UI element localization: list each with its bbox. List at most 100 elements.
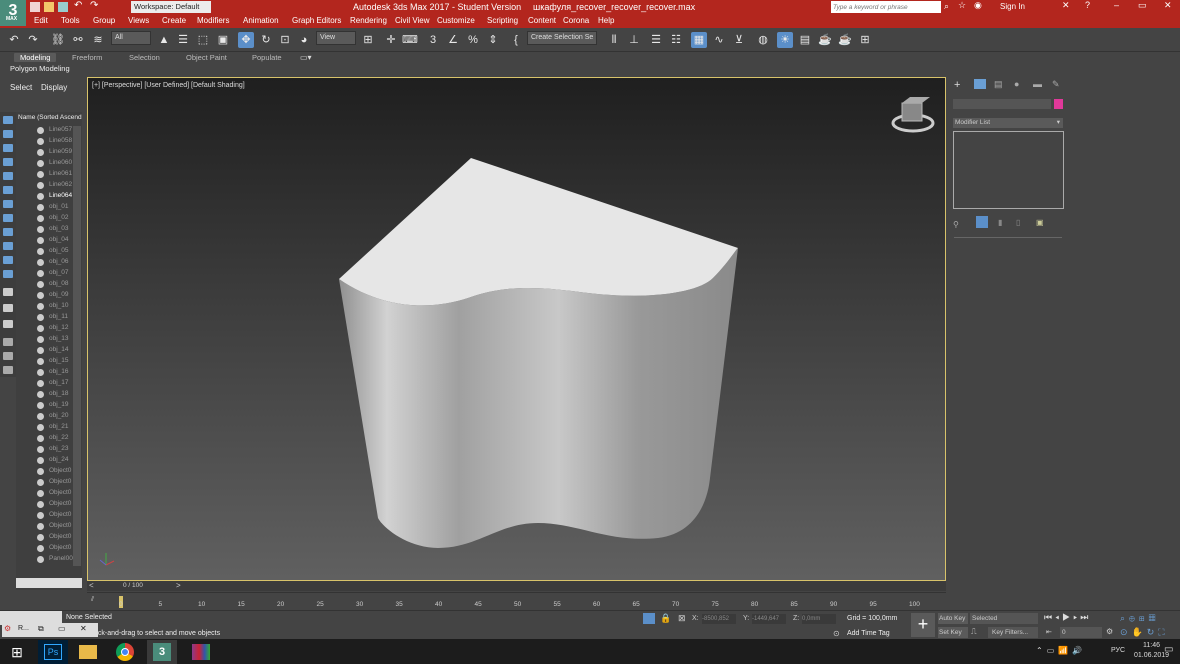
reference-coordinate-dropdown[interactable]: View	[316, 31, 356, 45]
object-color-swatch[interactable]	[1054, 99, 1063, 109]
helpers-icon[interactable]	[3, 172, 13, 180]
key-filters-button[interactable]: Key Filters...	[988, 627, 1038, 638]
visibility-icon[interactable]	[37, 523, 44, 530]
y-coordinate-field[interactable]: -1449,647	[752, 614, 786, 624]
show-end-result-icon[interactable]	[976, 216, 988, 228]
select-all-icon[interactable]	[3, 320, 13, 328]
horizontal-scrollbar[interactable]	[16, 578, 82, 588]
window-crossing-icon[interactable]: ▣	[215, 32, 231, 48]
absolute-mode-icon[interactable]: ⊠	[678, 613, 686, 624]
cabinet-top[interactable]	[339, 158, 738, 306]
tab-display[interactable]: Display	[41, 83, 67, 92]
add-time-tag[interactable]: Add Time Tag	[847, 630, 890, 637]
ribbon-options-icon[interactable]: ▭▾	[300, 53, 312, 62]
mirror-icon[interactable]: ⫴	[606, 32, 622, 48]
track-bar[interactable]: ⫽ 0 5 10 15 20 25 30 35 40 45 50 55 60 65 70 75 80 85 90 95…	[87, 592, 946, 609]
tab-selection[interactable]: Selection	[129, 53, 160, 62]
redo-icon[interactable]: ↷	[25, 32, 41, 48]
maximize-icon[interactable]: ▭	[58, 624, 66, 633]
visibility-icon[interactable]	[37, 358, 44, 365]
layer-explorer-icon[interactable]: ☰	[648, 32, 664, 48]
select-and-scale-icon[interactable]: ⊡	[277, 32, 293, 48]
ribbon-panel-title[interactable]: Polygon Modeling	[0, 64, 80, 76]
restore-icon[interactable]: ⧉	[38, 624, 44, 634]
menu-tools[interactable]: Tools	[61, 16, 80, 25]
redo-icon[interactable]: ↷	[90, 0, 98, 11]
visibility-icon[interactable]	[37, 468, 44, 475]
make-unique-icon[interactable]: ▮	[998, 218, 1002, 227]
new-file-icon[interactable]	[30, 2, 40, 12]
chrome-taskbar-icon[interactable]	[110, 640, 140, 664]
cameras-icon[interactable]	[3, 158, 13, 166]
help-icon[interactable]: ?	[1085, 0, 1090, 10]
angle-snap-icon[interactable]: ∠	[445, 32, 461, 48]
menu-civil-view[interactable]: Civil View	[395, 16, 430, 25]
select-by-name-icon[interactable]: ☰	[175, 32, 191, 48]
snaps-toggle-icon[interactable]: 3	[425, 32, 441, 48]
next-frame-icon[interactable]: >	[176, 581, 181, 590]
search-input[interactable]	[831, 1, 941, 13]
placement-icon[interactable]: ◕	[296, 32, 312, 48]
link-icon[interactable]: ⛓	[50, 32, 66, 48]
visibility-icon[interactable]	[37, 534, 44, 541]
menu-content[interactable]: Content	[528, 16, 556, 25]
perspective-viewport[interactable]: [+] [Perspective] [User Defined] [Defaul…	[87, 77, 946, 581]
menu-graph-editors[interactable]: Graph Editors	[292, 16, 341, 25]
visibility-icon[interactable]	[37, 479, 44, 486]
display-none-icon[interactable]	[3, 130, 13, 138]
visibility-icon[interactable]	[37, 193, 44, 200]
menu-corona[interactable]: Corona	[563, 16, 589, 25]
remove-modifier-icon[interactable]: ▯	[1016, 218, 1020, 227]
set-key-button[interactable]: Set Key	[938, 627, 968, 638]
tab-freeform[interactable]: Freeform	[72, 53, 102, 62]
search-icon[interactable]: ⌕	[944, 1, 949, 12]
modifier-list-dropdown[interactable]: Modifier List ▾	[953, 118, 1063, 128]
user-icon[interactable]: ◉	[974, 0, 982, 11]
close-icon[interactable]: ✕	[80, 624, 87, 633]
clock-time[interactable]: 11:46	[1143, 642, 1160, 649]
x-coordinate-field[interactable]: -8500,852	[702, 614, 736, 624]
menu-edit[interactable]: Edit	[34, 16, 48, 25]
menu-animation[interactable]: Animation	[243, 16, 279, 25]
undo-icon[interactable]: ↶	[74, 0, 82, 11]
spinner-snap-icon[interactable]: ⇕	[485, 32, 501, 48]
visibility-icon[interactable]	[37, 369, 44, 376]
menu-create[interactable]: Create	[162, 16, 186, 25]
menu-rendering[interactable]: Rendering	[350, 16, 387, 25]
visibility-icon[interactable]	[37, 446, 44, 453]
menu-views[interactable]: Views	[128, 16, 149, 25]
menu-group[interactable]: Group	[93, 16, 115, 25]
auto-key-button[interactable]: Auto Key	[938, 613, 968, 624]
align-icon[interactable]: ⊥	[626, 32, 642, 48]
3dsmax-taskbar-icon[interactable]: 3	[147, 640, 177, 664]
visibility-icon[interactable]	[37, 556, 44, 563]
visibility-icon[interactable]	[37, 545, 44, 552]
tab-populate[interactable]: Populate	[252, 53, 282, 62]
visibility-icon[interactable]	[37, 138, 44, 145]
bind-spacewarp-icon[interactable]: ≋	[90, 32, 106, 48]
render-in-cloud-icon[interactable]: ⊞	[857, 32, 873, 48]
menu-modifiers[interactable]: Modifiers	[197, 16, 229, 25]
motion-tab-icon[interactable]: ●	[1014, 79, 1019, 89]
visibility-icon[interactable]	[37, 413, 44, 420]
open-file-icon[interactable]	[44, 2, 54, 12]
set-key-icon[interactable]: +	[911, 613, 935, 637]
visibility-icon[interactable]	[37, 226, 44, 233]
xrefs-icon[interactable]	[3, 242, 13, 250]
bones-icon[interactable]	[3, 256, 13, 264]
visibility-icon[interactable]	[37, 171, 44, 178]
frozen-icon[interactable]	[3, 288, 13, 296]
configure-modifier-sets-icon[interactable]: ▣	[1036, 218, 1044, 227]
isolate-selection-icon[interactable]	[643, 613, 655, 624]
spacewarps-icon[interactable]	[3, 214, 13, 222]
sign-in-link[interactable]: Sign In	[1000, 2, 1025, 11]
visibility-icon[interactable]	[37, 204, 44, 211]
winrar-taskbar-icon[interactable]	[186, 640, 216, 664]
exchange-icon[interactable]: ✕	[1062, 0, 1070, 11]
select-manipulate-icon[interactable]: ✛	[383, 32, 399, 48]
visibility-icon[interactable]	[37, 160, 44, 167]
close-icon[interactable]: ✕	[1164, 0, 1172, 11]
render-setup-icon[interactable]: ☀	[777, 32, 793, 48]
time-tag-icon[interactable]: ⊙	[833, 629, 840, 638]
visibility-icon[interactable]	[37, 292, 44, 299]
